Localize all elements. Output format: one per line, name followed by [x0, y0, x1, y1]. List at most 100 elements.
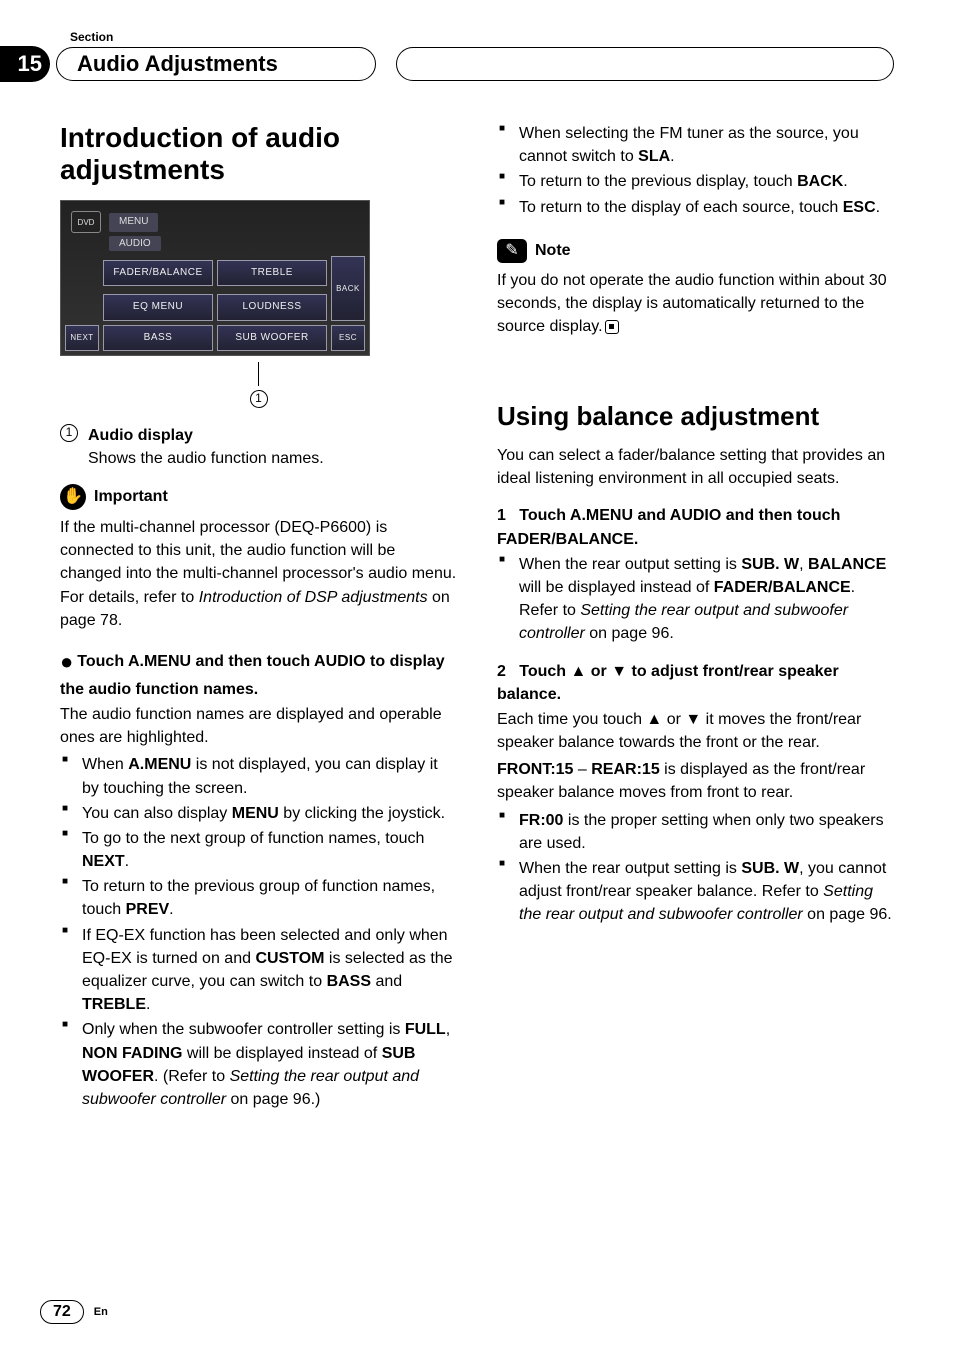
ss-fader-button: FADER/BALANCE [103, 260, 213, 287]
b3a: To go to the next group of function name… [82, 830, 424, 847]
step1-text: Touch A.MENU and then touch AUDIO to dis… [60, 653, 445, 698]
b5e: and [371, 973, 402, 990]
s2rb: REAR:15 [591, 761, 659, 778]
bullet-eqex: If EQ-EX function has been selected and … [60, 924, 457, 1017]
s2b2e: on page 96. [803, 906, 892, 923]
ss-esc-button: ESC [331, 325, 365, 352]
section-end-icon [605, 320, 619, 334]
balance-heading: Using balance adjustment [497, 398, 894, 436]
s1b1i: on page 96. [585, 625, 674, 642]
important-icon: ✋ [60, 484, 86, 510]
b1b: A.MENU [128, 756, 191, 773]
footer: 72 En [40, 1300, 108, 1324]
s2rm: – [573, 761, 591, 778]
b6g: . (Refer to [154, 1068, 230, 1085]
screenshot-pointer: 1 [60, 362, 457, 409]
b5g: . [146, 996, 150, 1013]
dvd-icon: DVD [71, 211, 101, 233]
r9a: To return to the display of each source,… [519, 199, 843, 216]
bullet-next: To go to the next group of function name… [60, 827, 457, 873]
header-row: 15 Audio Adjustments [0, 46, 954, 82]
item1-description: Shows the audio function names. [88, 447, 457, 470]
s1b1a: When the rear output setting is [519, 556, 741, 573]
bullet-menu: You can also display MENU by clicking th… [60, 802, 457, 825]
b6i: on page 96.) [226, 1091, 320, 1108]
item1-number-icon: 1 [60, 424, 78, 442]
b6a: Only when the subwoofer controller setti… [82, 1021, 405, 1038]
bullet-subwoofer: Only when the subwoofer controller setti… [60, 1018, 457, 1111]
important-label: Important [94, 485, 168, 508]
r8c: . [843, 173, 847, 190]
bullet-amenu: When A.MENU is not displayed, you can di… [60, 753, 457, 799]
s2b1a: FR:00 [519, 812, 563, 829]
b3b: NEXT [82, 853, 125, 870]
b6e: will be displayed instead of [182, 1045, 381, 1062]
s2b2a: When the rear output setting is [519, 860, 741, 877]
balance-range: FRONT:15 – REAR:15 is displayed as the f… [497, 758, 894, 804]
b1a: When [82, 756, 128, 773]
balance-subw-bullet: When the rear output setting is SUB. W, … [497, 857, 894, 927]
r9b: ESC [843, 199, 876, 216]
right-column: When selecting the FM tuner as the sourc… [497, 122, 894, 1113]
section-label: Section [70, 30, 894, 44]
b2b: MENU [232, 805, 279, 822]
ss-audio-label: AUDIO [109, 236, 161, 251]
b5d: BASS [327, 973, 371, 990]
ss-treble-button: TREBLE [217, 260, 327, 287]
ss-loudness-button: LOUDNESS [217, 294, 327, 321]
important-body: If the multi-channel processor (DEQ-P660… [60, 516, 457, 632]
r7a: When selecting the FM tuner as the sourc… [519, 125, 859, 165]
s1b1c: , [799, 556, 808, 573]
s2text: Touch ▲ or ▼ to adjust front/rear speake… [497, 663, 839, 703]
s1num: 1 [497, 507, 506, 524]
s1b1f: FADER/BALANCE [714, 579, 851, 596]
important-text-italic: Introduction of DSP adjustments [199, 589, 428, 606]
left-column: Introduction of audio adjustments DVD ME… [60, 122, 457, 1113]
step1-body: The audio function names are displayed a… [60, 703, 457, 749]
b6b: FULL [405, 1021, 446, 1038]
section-number: 15 [0, 46, 50, 82]
s2b1b: is the proper setting when only two spea… [519, 812, 884, 852]
balance-step1: 1 Touch A.MENU and AUDIO and then touch … [497, 504, 894, 550]
b4c: . [169, 901, 173, 918]
r7c: . [670, 148, 674, 165]
balance-intro: You can select a fader/balance setting t… [497, 444, 894, 490]
item1-label: Audio display [88, 424, 193, 447]
ss-menu-label: MENU [109, 213, 158, 232]
intro-heading: Introduction of audio adjustments [60, 122, 457, 186]
b6c: , [446, 1021, 450, 1038]
balance-step1-bullet: When the rear output setting is SUB. W, … [497, 553, 894, 646]
b3c: . [125, 853, 129, 870]
s1b1b: SUB. W [741, 556, 799, 573]
r8a: To return to the previous display, touch [519, 173, 797, 190]
bullet-back: To return to the previous display, touch… [497, 170, 894, 193]
note-body: If you do not operate the audio function… [497, 269, 894, 339]
bullet-esc: To return to the display of each source,… [497, 196, 894, 219]
s1b1d: BALANCE [808, 556, 886, 573]
s2b2b: SUB. W [741, 860, 799, 877]
ss-next-button: NEXT [65, 325, 99, 352]
language-label: En [94, 1306, 108, 1318]
s1text: Touch A.MENU and AUDIO and then touch FA… [497, 507, 840, 547]
b4b: PREV [126, 901, 170, 918]
s2ra: FRONT:15 [497, 761, 573, 778]
b2a: You can also display [82, 805, 232, 822]
pointer-number-icon: 1 [250, 390, 268, 408]
r8b: BACK [797, 173, 843, 190]
audio-menu-screenshot: DVD MENU AUDIO FADER/BALANCE TREBLE EQ M… [60, 200, 370, 356]
balance-step2-body: Each time you touch ▲ or ▼ it moves the … [497, 708, 894, 754]
page-number: 72 [40, 1300, 84, 1324]
ss-subwoofer-button: SUB WOOFER [217, 325, 327, 352]
b6d: NON FADING [82, 1045, 182, 1062]
step-bullet: ●Touch A.MENU and then touch AUDIO to di… [60, 646, 457, 701]
ss-bass-button: BASS [103, 325, 213, 352]
b5b: CUSTOM [255, 950, 324, 967]
balance-step2: 2 Touch ▲ or ▼ to adjust front/rear spea… [497, 660, 894, 706]
balance-fr00-bullet: FR:00 is the proper setting when only tw… [497, 809, 894, 855]
r9c: . [876, 199, 880, 216]
note-icon: ✎ [497, 239, 527, 263]
bullet-sla: When selecting the FM tuner as the sourc… [497, 122, 894, 168]
ss-back-button: BACK [331, 256, 365, 321]
note-text: If you do not operate the audio function… [497, 272, 887, 335]
b2c: by clicking the joystick. [279, 805, 445, 822]
